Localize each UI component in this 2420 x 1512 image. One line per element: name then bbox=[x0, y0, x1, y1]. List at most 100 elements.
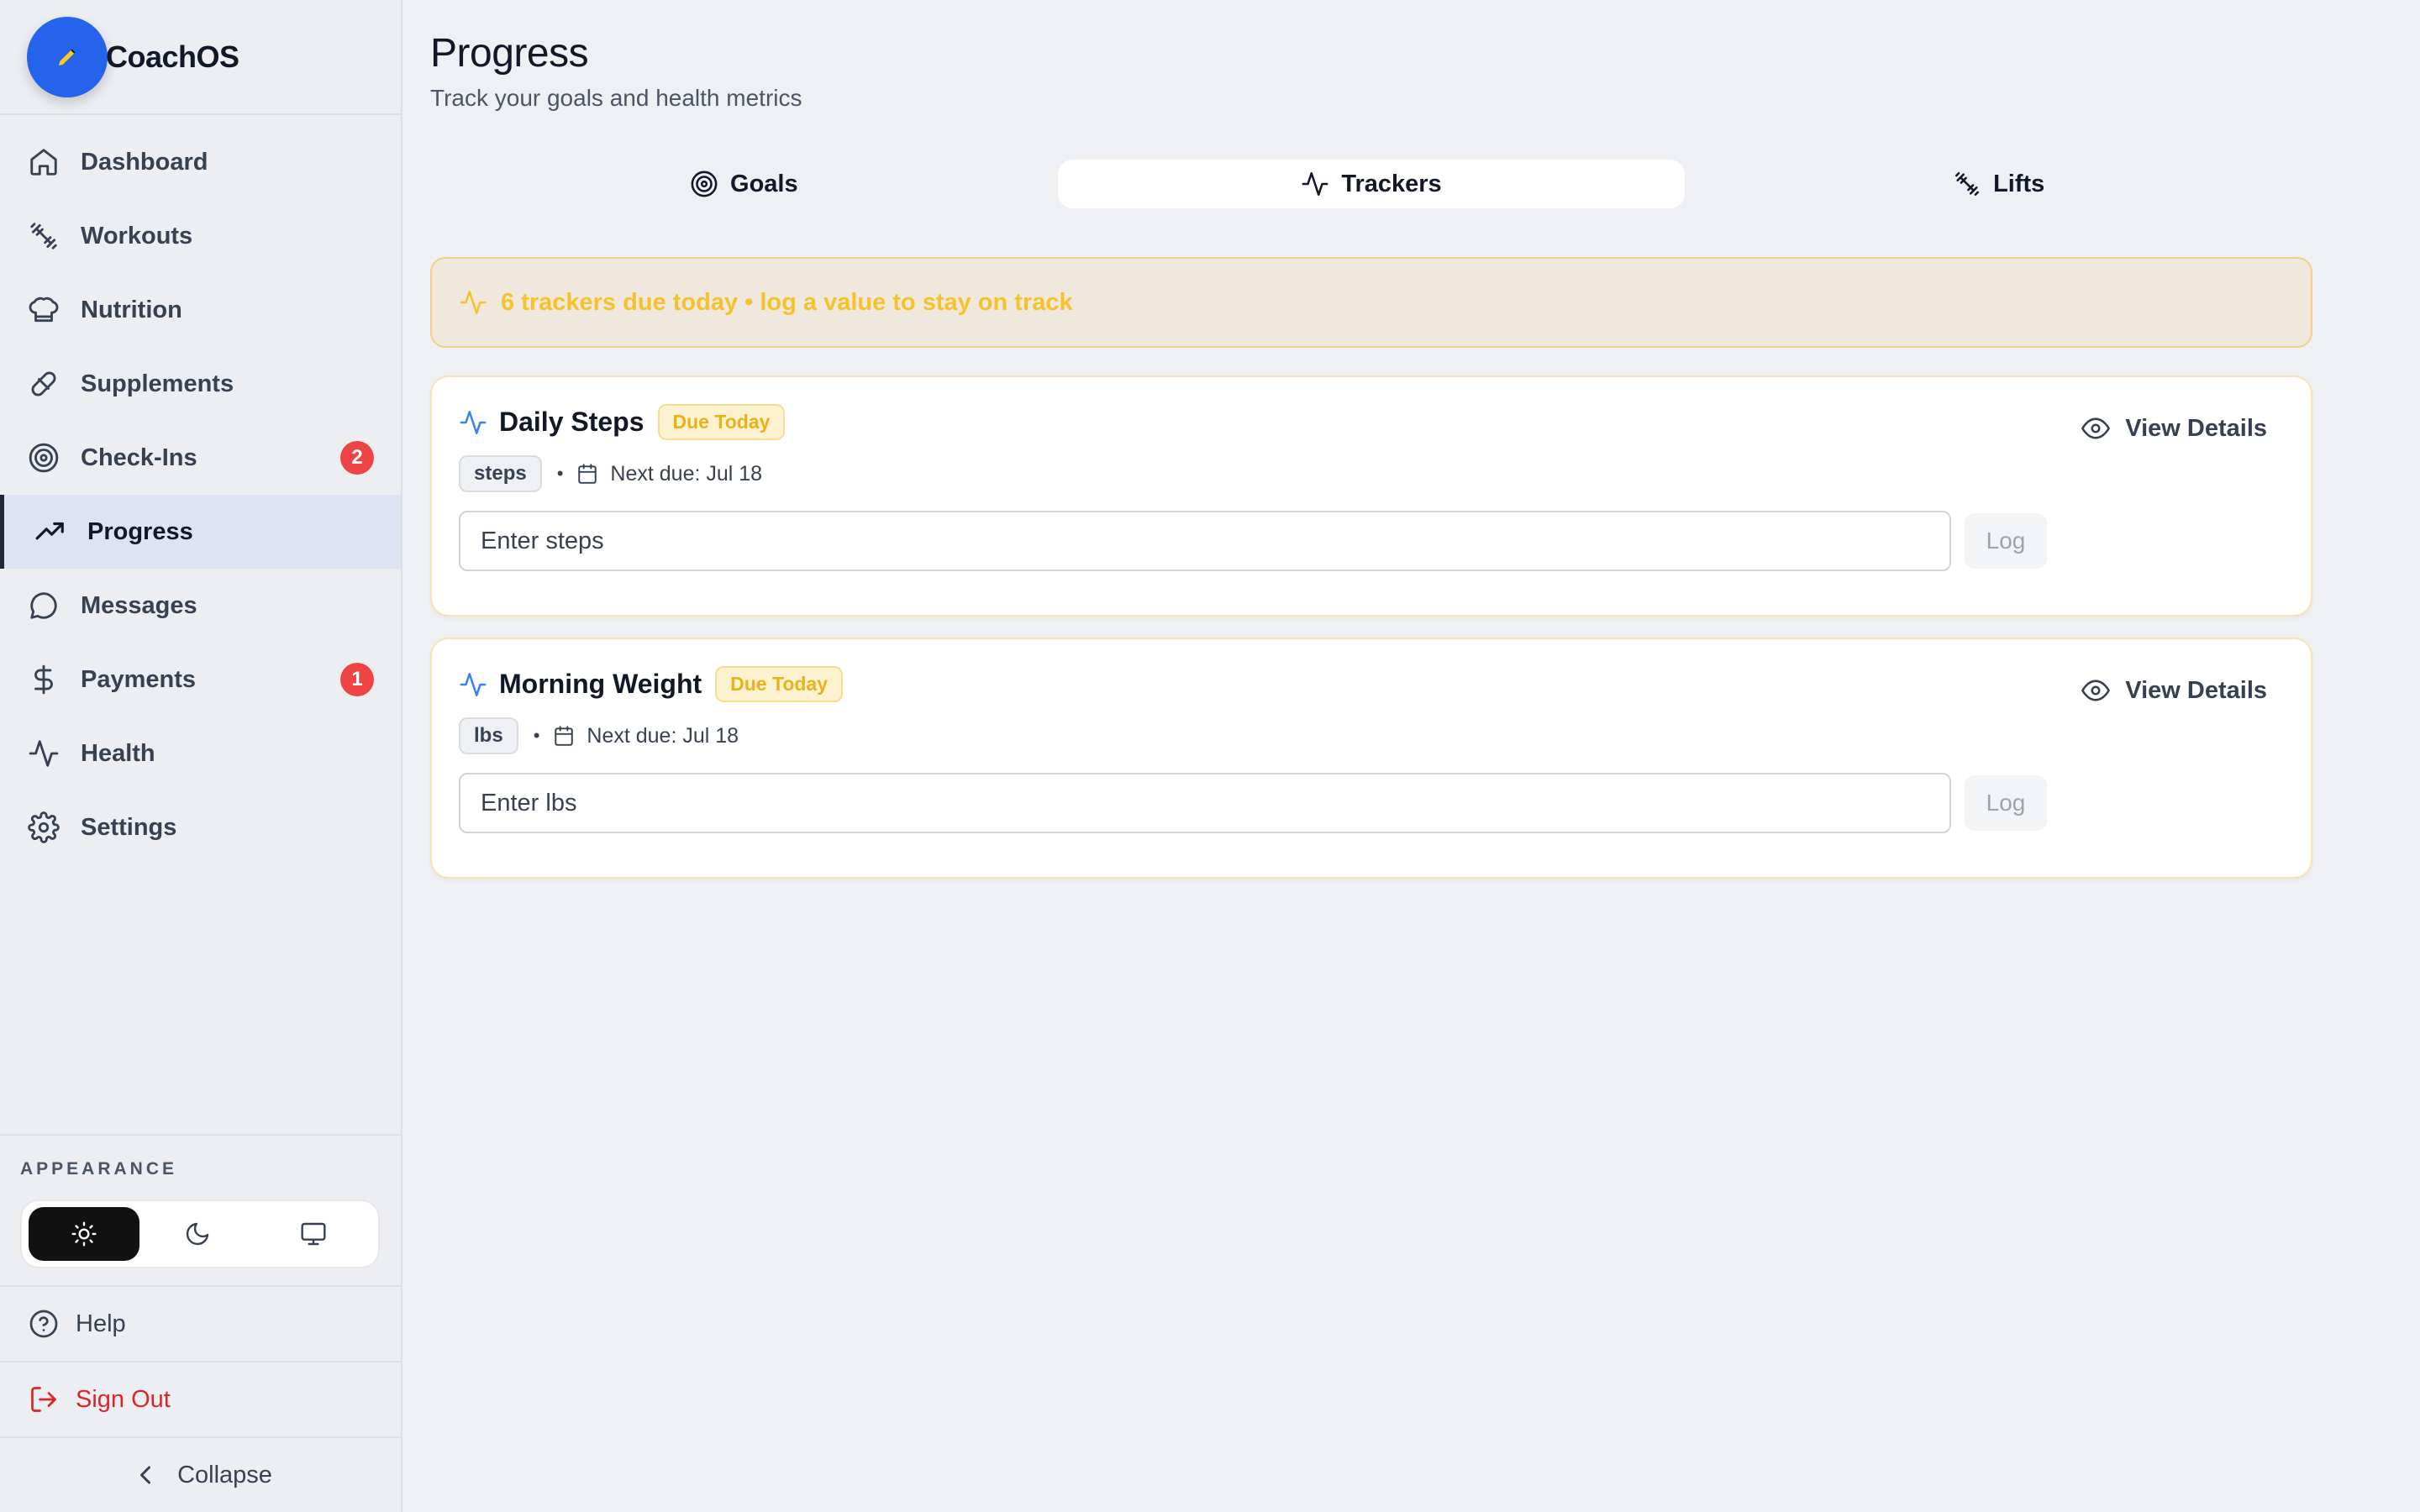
chevron-left-icon bbox=[129, 1458, 162, 1492]
dumbbell-icon bbox=[27, 219, 60, 253]
separator-dot: • bbox=[556, 463, 564, 484]
due-today-badge: Due Today bbox=[715, 666, 844, 702]
sun-icon bbox=[71, 1221, 97, 1247]
gear-icon bbox=[27, 811, 60, 844]
brand-logo bbox=[27, 16, 108, 97]
separator-dot: • bbox=[533, 725, 540, 746]
dollar-icon bbox=[27, 663, 60, 696]
sidebar-item-payments[interactable]: Payments 1 bbox=[0, 643, 401, 717]
brand-name: CoachOS bbox=[106, 39, 239, 74]
notification-badge: 2 bbox=[340, 441, 374, 475]
view-details-button[interactable]: View Details bbox=[2081, 414, 2267, 443]
sidebar-item-check-ins[interactable]: Check-Ins 2 bbox=[0, 421, 401, 495]
theme-system-button[interactable] bbox=[255, 1207, 371, 1261]
view-details-label: View Details bbox=[2125, 676, 2267, 704]
tracker-value-input[interactable] bbox=[459, 773, 1951, 833]
notification-badge: 1 bbox=[340, 663, 374, 696]
sidebar-item-label: Progress bbox=[87, 517, 193, 545]
sign-out-button[interactable]: Sign Out bbox=[0, 1361, 401, 1436]
activity-icon bbox=[460, 290, 487, 315]
sidebar-item-nutrition[interactable]: Nutrition bbox=[0, 273, 401, 347]
target-icon bbox=[27, 441, 60, 475]
sidebar-item-progress[interactable]: Progress bbox=[0, 495, 401, 569]
tracker-card-header: Daily Steps Due Today bbox=[459, 404, 2284, 440]
calendar-icon bbox=[578, 464, 597, 484]
calendar-icon bbox=[555, 726, 574, 746]
theme-switch bbox=[20, 1200, 380, 1268]
sidebar-item-workouts[interactable]: Workouts bbox=[0, 199, 401, 273]
help-label: Help bbox=[76, 1310, 126, 1337]
dumbbell-icon bbox=[1955, 171, 1980, 197]
sidebar-item-health[interactable]: Health bbox=[0, 717, 401, 790]
log-out-icon bbox=[27, 1383, 60, 1416]
due-today-badge: Due Today bbox=[657, 404, 786, 440]
help-link[interactable]: Help bbox=[0, 1285, 401, 1361]
main-content: Progress Track your goals and health met… bbox=[402, 0, 2420, 1512]
eye-icon bbox=[2081, 417, 2111, 439]
tracker-value-input[interactable] bbox=[459, 511, 1951, 571]
unit-chip: steps bbox=[459, 455, 542, 492]
sidebar-item-supplements[interactable]: Supplements bbox=[0, 347, 401, 421]
theme-dark-button[interactable] bbox=[139, 1207, 255, 1261]
home-icon bbox=[27, 145, 60, 179]
brand[interactable]: CoachOS bbox=[0, 0, 401, 115]
theme-light-button[interactable] bbox=[29, 1207, 139, 1261]
sidebar-item-label: Dashboard bbox=[81, 148, 208, 176]
sidebar-item-label: Payments bbox=[81, 665, 197, 693]
entry-row: Log bbox=[459, 773, 2284, 833]
tab-bar: Goals Trackers Lifts bbox=[430, 157, 2312, 211]
tracker-card: Daily Steps Due Today steps • Next due: … bbox=[430, 375, 2312, 617]
monitor-icon bbox=[301, 1222, 326, 1246]
app-root: CoachOS Dashboard Workouts Nutrition Sup… bbox=[0, 0, 2420, 1512]
next-due: Next due: Jul 18 bbox=[610, 461, 763, 486]
sidebar-item-label: Health bbox=[81, 739, 155, 767]
page-title: Progress bbox=[430, 31, 589, 76]
log-button[interactable]: Log bbox=[1965, 513, 2047, 569]
sidebar-nav: Dashboard Workouts Nutrition Supplements… bbox=[0, 115, 401, 864]
sidebar-item-messages[interactable]: Messages bbox=[0, 569, 401, 643]
activity-icon bbox=[27, 737, 60, 770]
banner-text: 6 trackers due today • log a value to st… bbox=[501, 288, 1073, 316]
chef-hat-icon bbox=[27, 293, 60, 327]
moon-icon bbox=[186, 1222, 209, 1246]
sidebar-item-label: Messages bbox=[81, 591, 197, 619]
sidebar-item-label: Settings bbox=[81, 813, 177, 841]
sidebar-footer: Help Sign Out Collapse bbox=[0, 1285, 401, 1512]
eye-icon bbox=[2081, 680, 2111, 701]
sidebar-item-label: Workouts bbox=[81, 222, 193, 249]
sidebar-item-label: Nutrition bbox=[81, 296, 182, 323]
activity-icon bbox=[1302, 171, 1328, 197]
tracker-title: Daily Steps bbox=[499, 407, 644, 437]
sidebar-item-dashboard[interactable]: Dashboard bbox=[0, 125, 401, 199]
tab-goals[interactable]: Goals bbox=[430, 160, 1058, 208]
unit-chip: lbs bbox=[459, 717, 518, 754]
due-banner: 6 trackers due today • log a value to st… bbox=[430, 257, 2312, 348]
pill-icon bbox=[27, 367, 60, 401]
tracker-card-header: Morning Weight Due Today bbox=[459, 666, 2284, 702]
view-details-label: View Details bbox=[2125, 414, 2267, 442]
sign-out-label: Sign Out bbox=[76, 1385, 171, 1413]
activity-icon bbox=[460, 410, 487, 434]
target-icon bbox=[691, 171, 718, 197]
tracker-meta: steps • Next due: Jul 18 bbox=[459, 455, 2284, 492]
tab-lifts[interactable]: Lifts bbox=[1685, 160, 2312, 208]
message-icon bbox=[27, 589, 60, 622]
view-details-button[interactable]: View Details bbox=[2081, 676, 2267, 705]
sidebar-item-label: Check-Ins bbox=[81, 444, 197, 471]
tab-trackers[interactable]: Trackers bbox=[1057, 160, 1686, 208]
help-circle-icon bbox=[27, 1307, 60, 1341]
tracker-title: Morning Weight bbox=[499, 669, 702, 699]
collapse-label: Collapse bbox=[177, 1461, 272, 1488]
tab-label: Lifts bbox=[1993, 170, 2045, 197]
sidebar-item-settings[interactable]: Settings bbox=[0, 790, 401, 864]
appearance-section: APPEARANCE bbox=[0, 1134, 401, 1268]
entry-row: Log bbox=[459, 511, 2284, 571]
sidebar-item-label: Supplements bbox=[81, 370, 234, 397]
collapse-button[interactable]: Collapse bbox=[0, 1436, 401, 1512]
page-subtitle: Track your goals and health metrics bbox=[430, 85, 802, 111]
appearance-label: APPEARANCE bbox=[20, 1159, 178, 1179]
tab-label: Trackers bbox=[1341, 170, 1442, 197]
tracker-card: Morning Weight Due Today lbs • Next due:… bbox=[430, 638, 2312, 879]
activity-icon bbox=[460, 672, 487, 696]
log-button[interactable]: Log bbox=[1965, 775, 2047, 831]
